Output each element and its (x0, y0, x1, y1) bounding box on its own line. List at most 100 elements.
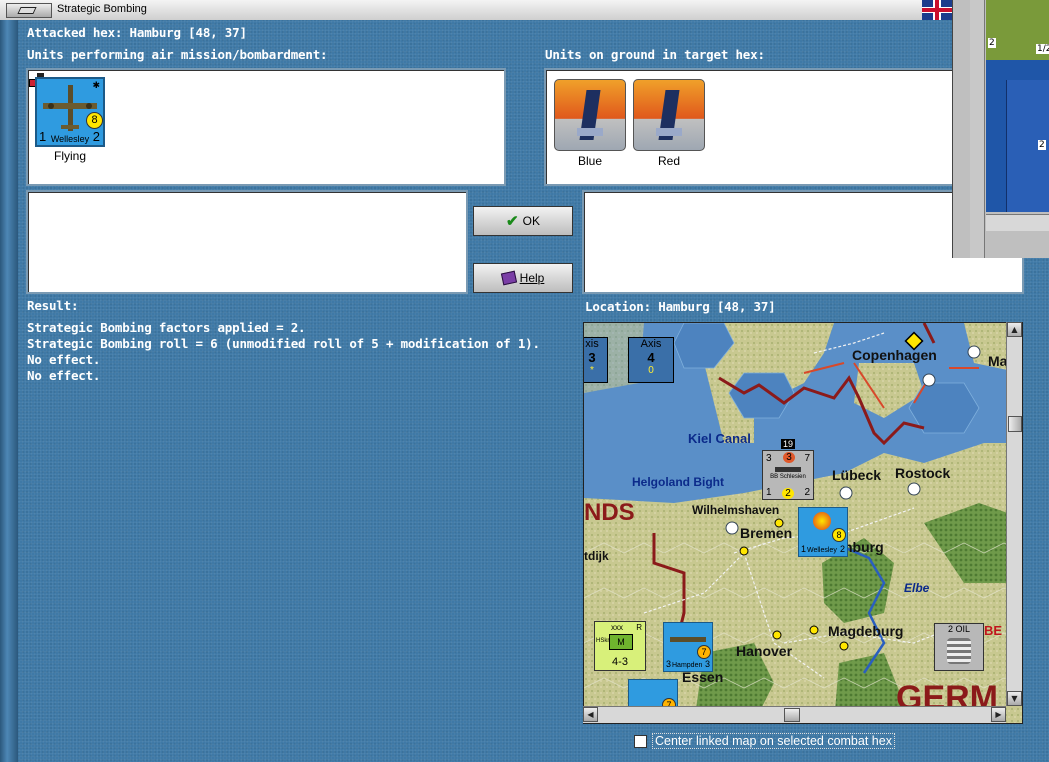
ship-value: 2 (804, 487, 810, 498)
corps-counter[interactable]: xxx R HSkn M 4-3 (594, 621, 646, 671)
ground-unit-red[interactable]: Red (633, 79, 705, 168)
air-unit-detail-panel (26, 190, 468, 294)
unit-left-value: 3 (666, 659, 672, 669)
vertical-scroll-thumb[interactable] (1008, 416, 1022, 432)
unit-left-value: 1 (801, 544, 807, 554)
window-title: Strategic Bombing (57, 3, 147, 15)
unit-status: Flying (53, 149, 86, 163)
ground-units-panel: Blue Red (544, 68, 954, 186)
map-label-bremen: Bremen (740, 525, 793, 541)
bomber-plane-icon (670, 637, 706, 642)
map-label-nds: NDS (584, 499, 635, 526)
map-label-helgoland-bight: Helgoland Bight (632, 475, 724, 489)
ok-button[interactable]: ✔ OK (473, 206, 573, 236)
ground-units-label: Units on ground in target hex: (545, 47, 765, 62)
title-bar: Strategic Bombing (0, 0, 952, 21)
map-label-be: BE (984, 623, 1003, 638)
ship-value: 7 (804, 453, 810, 464)
unit-status: Blue (577, 154, 603, 168)
window-left-edge (0, 20, 18, 762)
result-label: Result: (27, 298, 79, 313)
corps-code: R (636, 623, 642, 632)
map-label-elbe: Elbe (904, 581, 930, 595)
ship-value: 1 (766, 487, 772, 498)
ground-unit-blue[interactable]: Blue (554, 79, 626, 168)
corps-type-icon: M (609, 634, 633, 650)
unit-status: Red (657, 154, 680, 168)
map-label-lubeck: Lübeck (832, 467, 882, 483)
ship-icon (775, 467, 801, 472)
checkbox-label: Center linked map on selected combat hex (652, 733, 895, 749)
scroll-up-button[interactable]: ▲ (1007, 322, 1022, 337)
map-label-ma: Ma (988, 353, 1008, 369)
unit-circle-value: 8 (832, 528, 846, 542)
unit-right-value: 2 (839, 544, 845, 554)
map-label-rostock: Rostock (895, 465, 951, 481)
mini-map-window[interactable]: 2 1/2 2 (952, 0, 1049, 258)
mini-map-label: 2 (988, 38, 996, 48)
help-button-label: Help (519, 271, 545, 285)
oil-label: 2 OIL (947, 624, 970, 634)
unit-name: Wellesley (50, 134, 90, 144)
star-icon: ✱ (92, 80, 100, 90)
unit-circle-value: 8 (86, 112, 103, 129)
uk-flag-icon (922, 0, 952, 20)
score-title: xis (585, 338, 599, 350)
center-map-checkbox[interactable]: Center linked map on selected combat hex (634, 733, 895, 749)
scroll-left-button[interactable]: ◀ (583, 707, 598, 722)
map-label-hamburg: nburg (844, 539, 884, 555)
mini-map-label: 2 (1038, 140, 1046, 150)
attacked-hex-label: Attacked hex: Hamburg [48, 37] (27, 25, 247, 40)
ship-name: BB Schlesien (770, 474, 806, 480)
factory-target-icon[interactable] (633, 79, 705, 151)
ship-value: 3 (766, 453, 772, 464)
horizontal-scroll-thumb[interactable] (784, 708, 800, 722)
mini-map-bottom-scrollbar[interactable] (986, 214, 1049, 231)
ship-counter[interactable]: 19 3 3 7 BB Schlesien 1 2 2 (762, 439, 814, 500)
unit-right-value: 3 (704, 659, 710, 669)
oil-barrels-icon (947, 638, 971, 664)
corps-size: xxx (611, 623, 623, 632)
mini-map-view[interactable]: 2 1/2 2 (986, 0, 1049, 212)
linked-map[interactable]: xis 3 * Axis 4 0 Copenhagen Ma Kiel Cana… (583, 322, 1023, 724)
result-line: Strategic Bombing factors applied = 2. (27, 320, 306, 335)
corps-factors: 4-3 (612, 656, 628, 668)
score-title: Axis (640, 338, 662, 350)
map-label-wilhelmshaven: Wilhelmshaven (692, 503, 780, 517)
result-text: Strategic Bombing factors applied = 2. S… (27, 320, 540, 384)
result-line: No effect. (27, 352, 101, 367)
map-label-hanover: Hanover (736, 643, 793, 659)
air-units-panel: 1 2 8 Wellesley ✱ Flying (26, 68, 506, 186)
checkbox-box[interactable] (634, 734, 647, 748)
air-unit-wellesley[interactable]: 1 2 8 Wellesley ✱ Flying (35, 77, 105, 163)
help-book-icon (500, 270, 517, 286)
result-line: Strategic Bombing roll = 6 (unmodified r… (27, 336, 540, 351)
map-vertical-scrollbar[interactable]: ▲ ▼ (1006, 322, 1022, 706)
map-horizontal-scrollbar[interactable]: ◀ ▶ (583, 706, 1006, 723)
result-line: No effect. (27, 368, 101, 383)
map-label-copenhagen: Copenhagen (852, 347, 937, 363)
map-label-magdeburg: Magdeburg (828, 623, 904, 639)
bombing-explosion-icon (813, 512, 831, 530)
map-bomber-counter[interactable]: 8 1 Wellesley 2 (798, 507, 848, 557)
hampden-bomber-counter[interactable]: 7 3 Hampden 3 (663, 622, 713, 672)
axis-score-box: Axis 4 0 (628, 337, 674, 383)
unit-name: Hampden (672, 662, 703, 669)
air-units-label: Units performing air mission/bombardment… (27, 47, 328, 62)
checkmark-icon: ✔ (506, 213, 519, 230)
help-button[interactable]: Help (473, 263, 573, 293)
scroll-down-button[interactable]: ▼ (1007, 691, 1022, 706)
score-value: 4 (647, 350, 655, 365)
system-menu-button[interactable] (6, 3, 52, 18)
bomber-counter[interactable]: 1 2 8 Wellesley ✱ (35, 77, 105, 147)
location-label: Location: Hamburg [48, 37] (585, 299, 776, 314)
score-value: 3 (588, 350, 596, 365)
scroll-right-button[interactable]: ▶ (991, 707, 1006, 722)
mini-map-left-scrollbar[interactable] (970, 0, 985, 258)
score-sub: 0 (648, 365, 654, 376)
left-score-box: xis 3 * (584, 337, 608, 383)
unit-circle-value: 7 (697, 645, 711, 659)
ship-value: 2 (782, 488, 794, 499)
oil-counter[interactable]: 2 OIL (934, 623, 984, 671)
factory-target-icon[interactable] (554, 79, 626, 151)
